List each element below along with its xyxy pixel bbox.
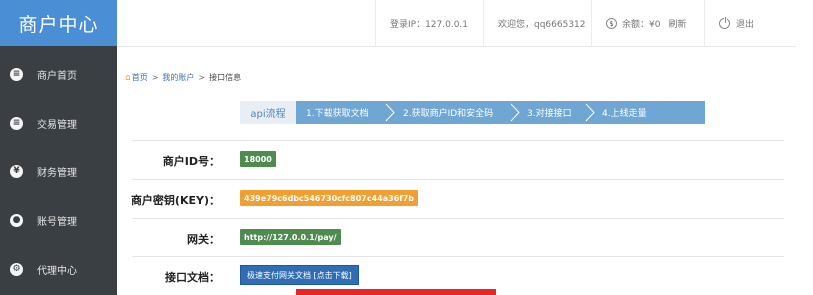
breadcrumb-current: 接口信息 <box>209 73 242 82</box>
list-icon: ≡ <box>10 116 23 130</box>
refresh-link[interactable]: 刷新 <box>668 17 686 30</box>
breadcrumb-separator: > <box>198 73 206 82</box>
user-icon: ● <box>10 213 23 227</box>
chevron-right-icon <box>385 103 395 122</box>
gateway-badge: http://127.0.0.1/pay/ <box>240 229 341 245</box>
breadcrumb-account[interactable]: 我的账户 <box>162 72 194 83</box>
coin-icon: $ <box>606 18 617 29</box>
sidebar: 商户中心 ≡ 商户首页 ≡ 交易管理 ¥ 财务管理 ● 账号管理 ⚙ 代理中心 <box>0 0 117 295</box>
breadcrumb-home[interactable]: 首页 <box>132 72 148 83</box>
sidebar-item-finance[interactable]: ¥ 财务管理 <box>0 156 117 186</box>
row-divider <box>132 256 784 257</box>
sidebar-item-label: 交易管理 <box>37 119 77 131</box>
merchant-key-label: 商户密钥(KEY)： <box>130 194 220 207</box>
row-divider <box>132 179 784 180</box>
agent-icon: ⚙ <box>10 262 23 276</box>
chevron-right-icon <box>510 103 520 122</box>
balance-label: 余额：¥0 <box>622 20 661 30</box>
logout-button[interactable]: 退出 <box>704 0 796 47</box>
power-icon <box>719 16 730 29</box>
merchant-key-badge: 439e79c6dbc546730cfc807c44a36f7b <box>240 190 419 206</box>
login-ip-text: 登录IP：127.0.0.1 <box>375 0 483 47</box>
balance-area: $ 余额：¥0 刷新 <box>591 0 704 47</box>
welcome-label: 欢迎您，qq6665312 <box>498 20 586 30</box>
breadcrumb-separator: > <box>151 73 159 82</box>
step-api-flow: api流程 <box>240 101 296 124</box>
sidebar-item-agent-center[interactable]: ⚙ 代理中心 <box>0 254 117 284</box>
list-icon: ≡ <box>10 67 23 81</box>
row-divider <box>132 140 784 141</box>
logout-label: 退出 <box>736 20 755 30</box>
red-highlight-bar <box>296 289 496 295</box>
sidebar-item-label: 财务管理 <box>37 167 77 179</box>
sidebar-item-label: 账号管理 <box>37 216 77 228</box>
api-doc-label: 接口文档： <box>165 271 220 284</box>
breadcrumb: ⌂ 首页 > 我的账户 > 接口信息 <box>125 72 241 83</box>
step-download-doc: 1.下载获取文档 <box>306 109 369 119</box>
brand-title: 商户中心 <box>0 0 117 46</box>
step-get-merchant-id: 2.获取商户ID和安全码 <box>403 109 494 119</box>
merchant-id-badge: 18000 <box>240 151 276 167</box>
sidebar-item-transactions[interactable]: ≡ 交易管理 <box>0 108 117 138</box>
step-integrate: 3.对接接口 <box>527 109 572 119</box>
login-ip-label: 登录IP：127.0.0.1 <box>390 20 469 30</box>
download-doc-button[interactable]: 极速支付网关文档 [点击下载] <box>240 265 359 285</box>
sidebar-item-account[interactable]: ● 账号管理 <box>0 205 117 235</box>
api-steps-bar: api流程 1.下载获取文档 2.获取商户ID和安全码 3.对接接口 4.上线走… <box>240 101 705 124</box>
chevron-right-icon <box>585 103 595 122</box>
row-divider <box>132 218 784 219</box>
welcome-text: 欢迎您，qq6665312 <box>483 0 591 47</box>
top-header: 登录IP：127.0.0.1 欢迎您，qq6665312 $ 余额：¥0 刷新 … <box>117 0 796 47</box>
sidebar-item-merchant-home[interactable]: ≡ 商户首页 <box>0 59 117 89</box>
home-icon: ⌂ <box>125 72 131 83</box>
yen-icon: ¥ <box>10 164 23 178</box>
step-go-live: 4.上线走量 <box>602 109 647 119</box>
merchant-id-label: 商户ID号： <box>162 155 220 168</box>
sidebar-item-label: 代理中心 <box>37 265 77 277</box>
gateway-label: 网关： <box>187 233 220 246</box>
sidebar-item-label: 商户首页 <box>37 70 77 82</box>
